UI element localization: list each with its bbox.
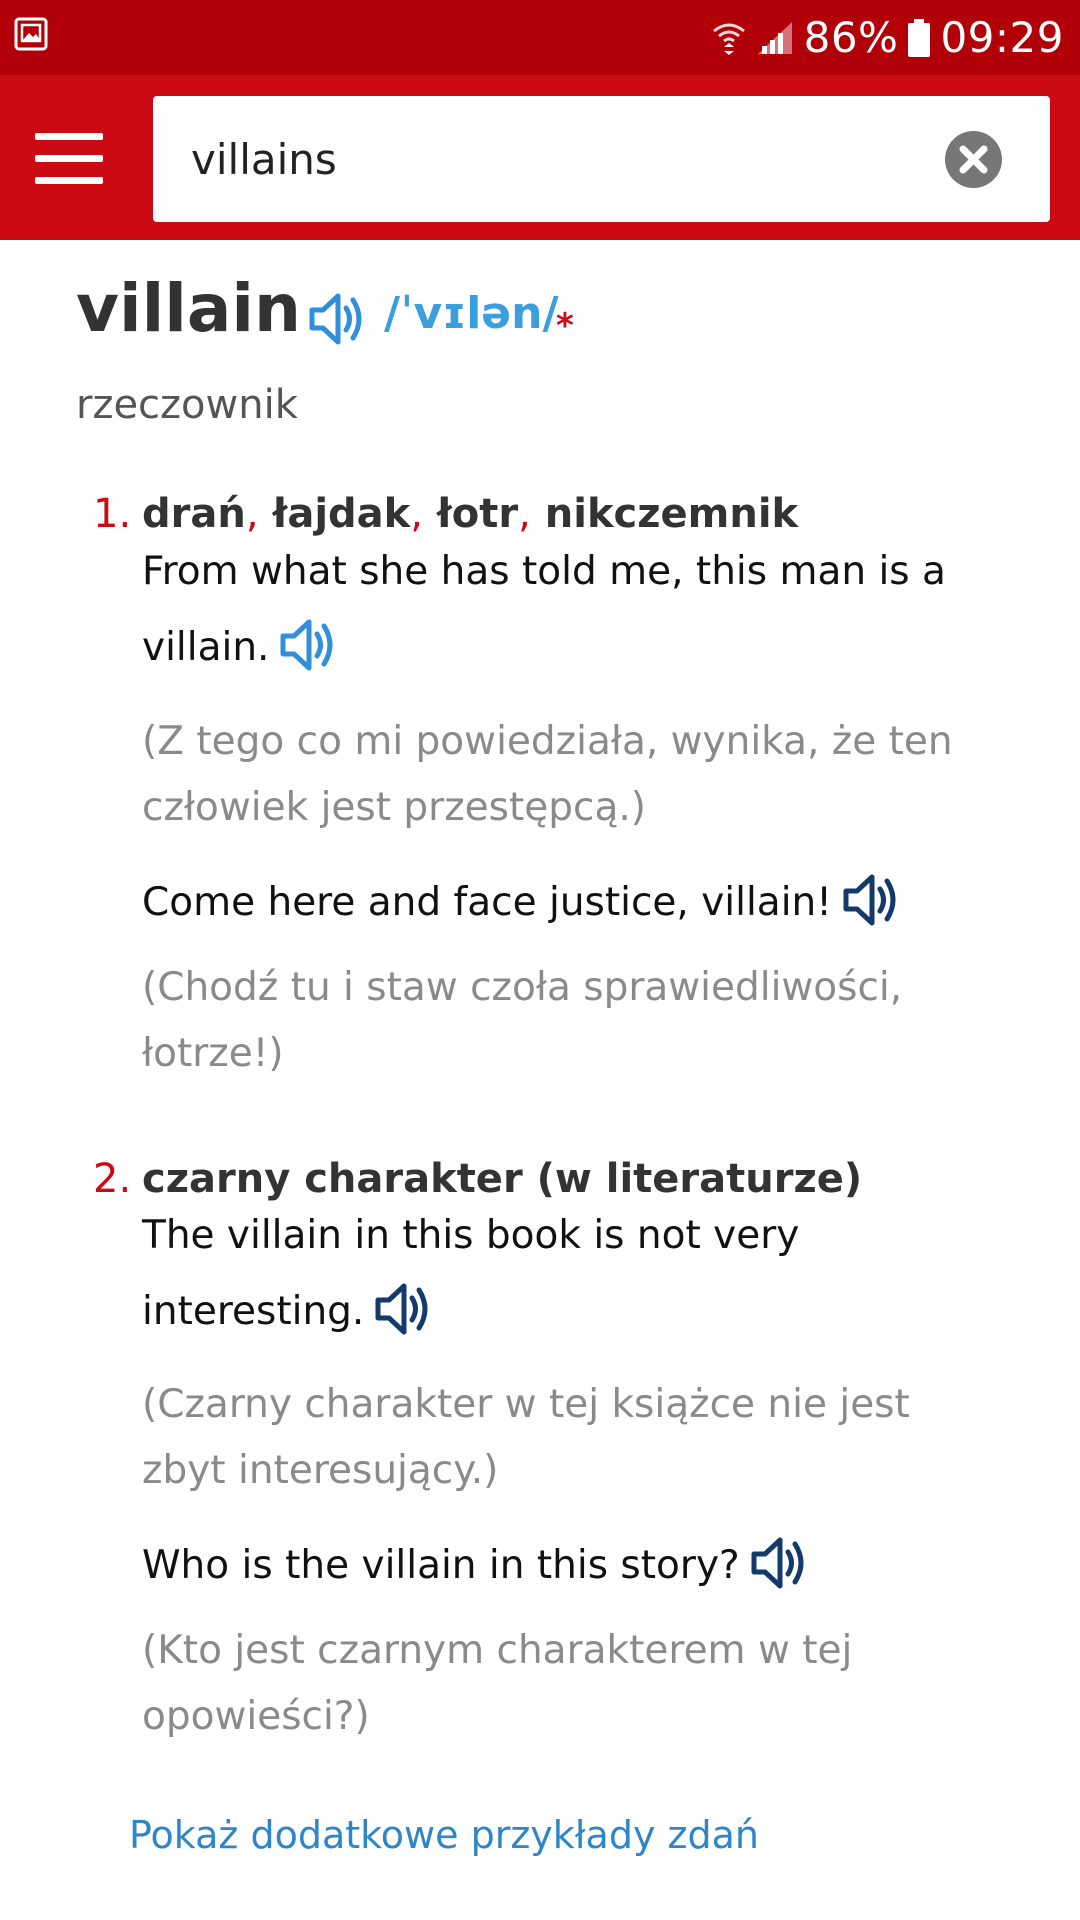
sense-translations: czarny charakter (w literaturze) xyxy=(142,1156,863,1202)
battery-icon xyxy=(908,18,931,57)
example-speaker-icon[interactable] xyxy=(277,614,339,676)
battery-percentage: 86% xyxy=(803,13,899,62)
example-sentence: The villain in this book is not very int… xyxy=(142,1198,992,1350)
ipa-transcription: /ˈvɪlən/ xyxy=(384,288,559,339)
clock: 09:29 xyxy=(940,13,1064,62)
sense-number: 1. xyxy=(93,491,132,537)
translation-word: drań xyxy=(142,491,246,537)
example-translation: (Z tego co mi powiedziała, wynika, że te… xyxy=(142,719,953,830)
headword: villain xyxy=(76,270,302,347)
example-text: The villain in this book is not very int… xyxy=(142,1213,800,1334)
search-input[interactable] xyxy=(191,96,931,222)
menu-line xyxy=(35,133,103,140)
gallery-notification-icon xyxy=(14,17,48,51)
pronunciation-speaker-icon[interactable] xyxy=(306,288,368,350)
example-speaker-icon[interactable] xyxy=(372,1278,434,1340)
example-sentence: Who is the villain in this story? xyxy=(142,1528,992,1604)
example-translation: (Chodź tu i staw czoła sprawiedliwości, … xyxy=(142,965,903,1076)
example-text: Who is the villain in this story? xyxy=(142,1543,740,1588)
menu-line xyxy=(35,155,103,162)
example-translation: (Czarny charakter w tej książce nie jest… xyxy=(142,1382,910,1493)
menu-line xyxy=(35,177,103,184)
hamburger-menu-icon[interactable] xyxy=(35,133,103,185)
part-of-speech: rzeczownik xyxy=(76,382,298,428)
wifi-icon xyxy=(712,23,745,55)
sense-number: 2. xyxy=(93,1156,132,1202)
asterisk-marker[interactable]: * xyxy=(556,306,574,346)
example-translation: (Kto jest czarnym charakterem w tej opow… xyxy=(142,1628,853,1739)
separator: , xyxy=(410,491,423,537)
example-text: Come here and face justice, villain! xyxy=(142,880,832,925)
example-speaker-icon[interactable] xyxy=(840,869,902,931)
translation-word: nikczemnik xyxy=(544,491,799,537)
more-examples-link[interactable]: Pokaż dodatkowe przykłady zdań xyxy=(129,1813,759,1859)
status-bar: 86% 09:29 xyxy=(0,0,1080,75)
signal-icon xyxy=(757,21,792,54)
example-speaker-icon[interactable] xyxy=(748,1532,810,1594)
example-sentence: From what she has told me, this man is a… xyxy=(142,534,992,686)
separator: , xyxy=(518,491,531,537)
translation-word: łotr xyxy=(436,491,519,537)
example-sentence: Come here and face justice, villain! xyxy=(142,865,992,941)
search-box xyxy=(153,96,1050,222)
translation-word: łajdak xyxy=(272,491,411,537)
sense-translations: drań, łajdak, łotr, nikczemnik xyxy=(142,490,798,538)
example-text: From what she has told me, this man is a… xyxy=(142,549,946,670)
separator: , xyxy=(245,491,259,537)
clear-x-icon[interactable] xyxy=(945,131,1002,188)
